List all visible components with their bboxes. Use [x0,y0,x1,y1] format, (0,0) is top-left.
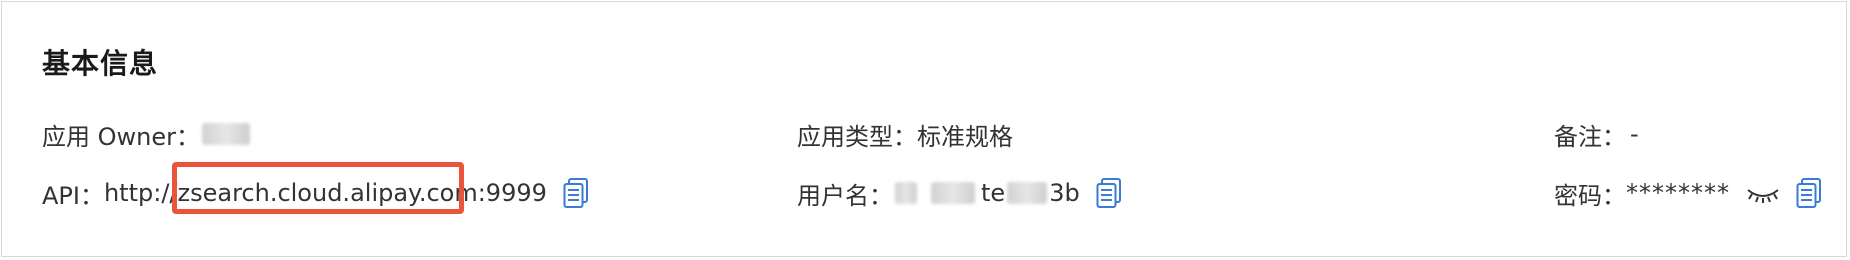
owner-value-redacted [202,123,250,145]
username-redacted-1 [895,182,917,204]
username-label: 用户名： [797,181,893,210]
api-label: API： [42,181,104,210]
app-type-label: 应用类型： [797,122,917,151]
owner-label: 应用 Owner： [42,122,200,151]
eye-closed-icon[interactable] [1746,183,1780,203]
app-type-value: 标准规格 [917,122,1013,151]
note-value: - [1630,120,1639,148]
password-value: ******** [1626,179,1730,207]
copy-icon[interactable] [1096,178,1122,208]
note-label: 备注： [1554,122,1626,151]
username-redacted-3 [1007,182,1048,204]
owner-field: 应用 Owner： [42,116,250,152]
password-label: 密码： [1554,181,1626,210]
username-field: 用户名： te 3b [797,175,1122,211]
app-type-field: 应用类型： 标准规格 [797,116,1013,152]
username-value-part2: 3b [1049,179,1080,207]
note-field: 备注： - [1554,116,1639,152]
highlight-annotation-box [172,162,464,214]
username-redacted-2 [931,182,975,204]
password-field: 密码： ******** [1554,175,1822,211]
copy-icon[interactable] [563,178,589,208]
copy-icon[interactable] [1796,178,1822,208]
basic-info-panel: 基本信息 应用 Owner： 应用类型： 标准规格 备注： - API： htt… [1,1,1847,257]
section-title: 基本信息 [42,47,159,80]
username-value-part1: te [981,179,1006,207]
